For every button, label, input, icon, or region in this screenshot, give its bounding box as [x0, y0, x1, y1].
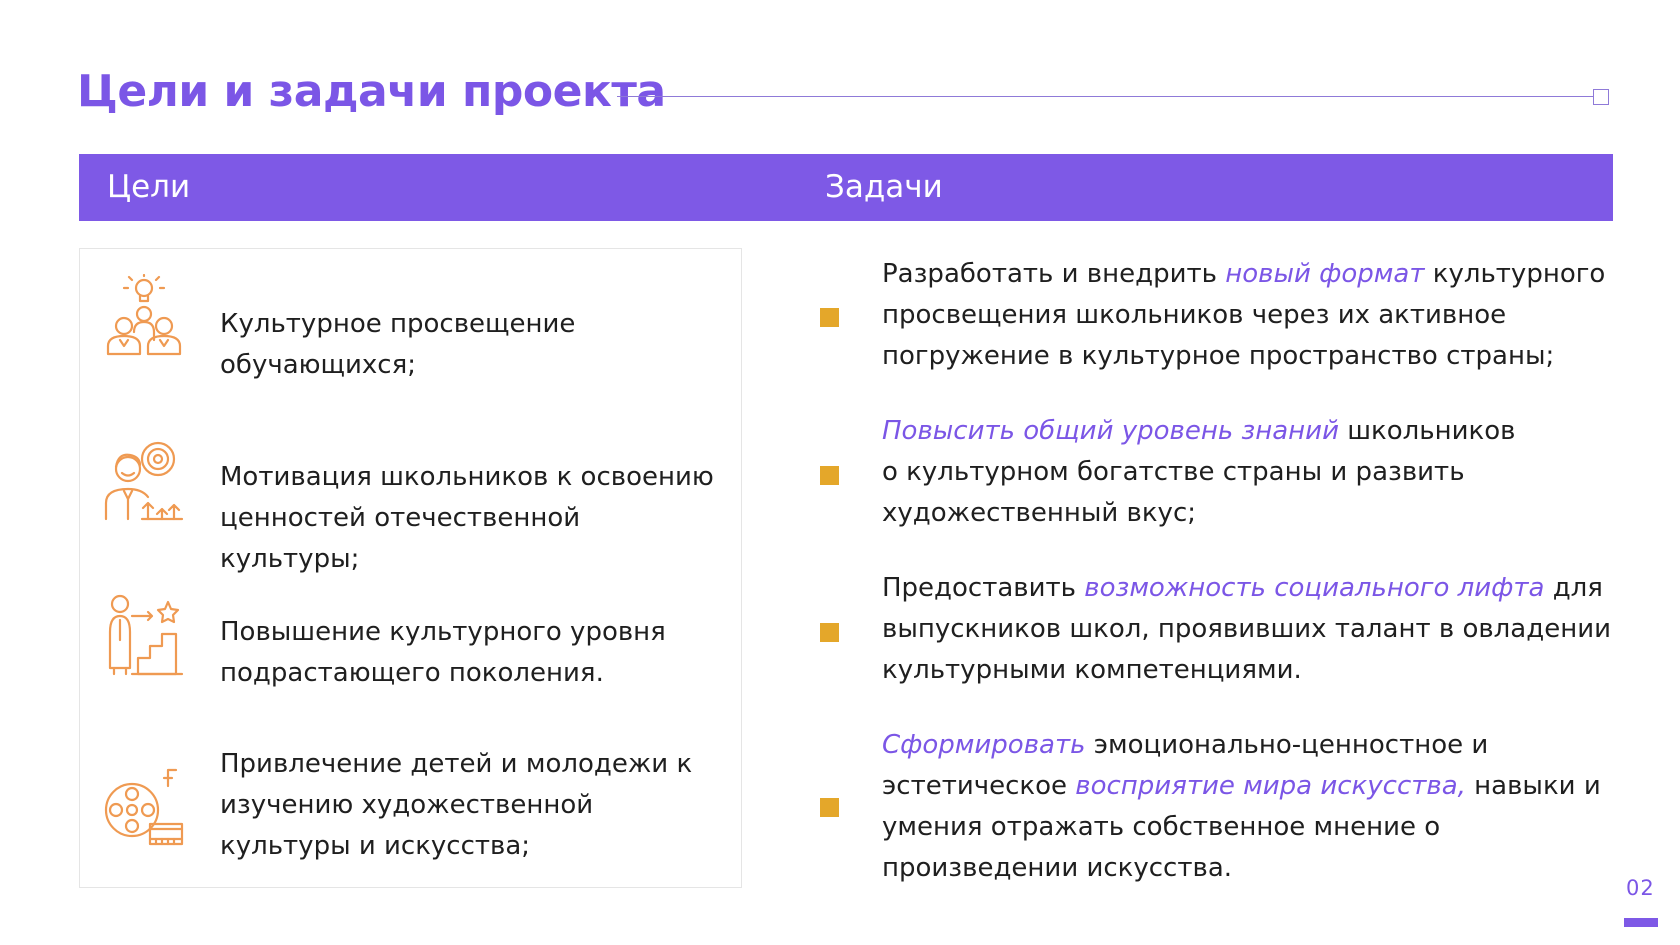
page-number: 02 [1626, 876, 1655, 900]
table-header-bar: Цели Задачи [79, 154, 1613, 221]
title-divider-line [617, 96, 1593, 97]
task-text-line: художественный вкус; [882, 498, 1196, 528]
task-text-line: умения отражать собственное мнение о [882, 812, 1441, 842]
film-reel-music-icon [102, 764, 186, 848]
task-bullet [820, 308, 839, 327]
goal-text-line: Повышение культурного уровня [220, 617, 666, 647]
goal-text: Мотивация школьников к освоению ценносте… [220, 457, 720, 580]
task-text-line: о культурном богатстве страны и развить [882, 457, 1465, 487]
goal-text: Повышение культурного уровня подрастающе… [220, 612, 720, 694]
task-text-line: эстетическое восприятие мира искусства, … [882, 771, 1601, 801]
goal-text-line: подрастающего поколения. [220, 658, 604, 688]
person-target-growth-icon [102, 439, 186, 523]
goal-text-line: ценностей отечественной культуры; [220, 503, 581, 574]
task-text-line: Предоставить возможность социального лиф… [882, 573, 1603, 603]
task-bullet [820, 466, 839, 485]
goal-text-line: культуры и искусства; [220, 831, 531, 861]
goal-text-line: Привлечение детей и молодежи к [220, 749, 693, 779]
task-bullet [820, 798, 839, 817]
task-text-line: Разработать и внедрить новый формат куль… [882, 259, 1606, 289]
task-text-line: просвещения школьников через их активное [882, 300, 1507, 330]
goal-text: Культурное просвещение обучающихся; [220, 304, 720, 386]
task-text: Разработать и внедрить новый формат куль… [882, 254, 1612, 377]
goal-text: Привлечение детей и молодежи к изучению … [220, 744, 720, 867]
lightbulb-people-icon [102, 274, 186, 358]
title-divider-square [1593, 89, 1609, 105]
task-text: Сформировать эмоционально-ценностное и э… [882, 725, 1612, 889]
task-text-line: погружение в культурное пространство стр… [882, 341, 1555, 371]
goal-text-line: изучению художественной [220, 790, 594, 820]
goal-text-line: обучающихся; [220, 350, 416, 380]
task-text-line: выпускников школ, проявивших талант в ов… [882, 614, 1611, 644]
task-text: Повысить общий уровень знаний школьников… [882, 411, 1612, 534]
page-title: Цели и задачи проекта [77, 66, 666, 117]
tasks-header-label: Задачи [825, 169, 943, 205]
task-text: Предоставить возможность социального лиф… [882, 568, 1612, 691]
goal-text-line: Мотивация школьников к освоению [220, 462, 714, 492]
goals-header-label: Цели [107, 169, 191, 205]
person-steps-star-icon [102, 592, 186, 676]
goal-text-line: Культурное просвещение [220, 309, 576, 339]
task-text-line: Повысить общий уровень знаний школьников [882, 416, 1516, 446]
page-number-bar [1624, 918, 1658, 927]
task-text-line: произведении искусства. [882, 853, 1233, 883]
task-text-line: культурными компетенциями. [882, 655, 1302, 685]
task-text-line: Сформировать эмоционально-ценностное и [882, 730, 1489, 760]
task-bullet [820, 623, 839, 642]
goals-panel: Культурное просвещение обучающихся; Моти… [79, 248, 742, 888]
